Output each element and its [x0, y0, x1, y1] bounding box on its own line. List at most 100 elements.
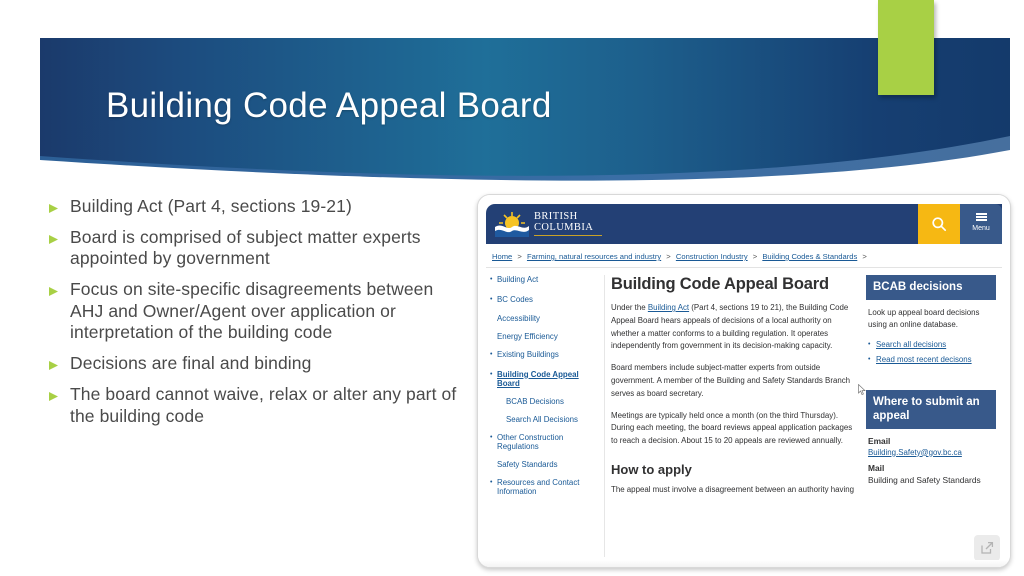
hamburger-icon	[975, 216, 987, 218]
bullet-dot-icon: •	[490, 276, 493, 283]
sidebar-item-search-all-decisions[interactable]: Search All Decisions	[490, 415, 602, 424]
search-all-decisions-link[interactable]: Search all decisions	[876, 340, 946, 349]
content-paragraph-3: Meetings are typically held once a month…	[611, 410, 853, 446]
widget-where-to-submit-an-appeal: Where to submit an appeal Email Building…	[866, 389, 996, 497]
read-most-recent-decisions-link[interactable]: Read most recent decisons	[876, 355, 972, 364]
widget-description: Look up appeal board decisions using an …	[868, 308, 980, 330]
nav-divider	[604, 275, 605, 557]
share-button[interactable]	[974, 535, 1000, 561]
content-heading-1: Building Code Appeal Board	[611, 275, 829, 293]
sidebar-item-building-act[interactable]: • Building Act	[490, 275, 602, 286]
list-item: Focus on site-specific disagreements bet…	[48, 279, 468, 344]
mail-value: Building and Safety Standards	[868, 474, 981, 485]
bc-logo-wordmark: BRITISH COLUMBIA	[534, 211, 602, 237]
bullet-dot-icon: •	[490, 295, 493, 303]
logo-underline	[534, 235, 602, 237]
email-link[interactable]: Building.Safety@gov.bc.ca	[868, 448, 989, 457]
sidebar-item-building-code-appeal-board[interactable]: • Building Code Appeal Board	[490, 370, 602, 388]
mail-label: Mail	[868, 462, 885, 473]
sidebar-item-other-construction-regulations[interactable]: • Other Construction Regulations	[490, 433, 602, 451]
sidebar-item-resources-and-contact[interactable]: • Resources and Contact Information	[490, 478, 602, 496]
bullet-dot-icon: •	[490, 433, 493, 441]
breadcrumb-item-building-codes[interactable]: Building Codes & Standards	[762, 252, 857, 261]
sidebar-item-label: Energy Efficiency	[497, 332, 558, 342]
sidebar-item-accessibility[interactable]: Accessibility	[490, 314, 602, 323]
breadcrumb-item-home[interactable]: Home	[492, 252, 512, 261]
right-sidebar: BCAB decisions Look up appeal board deci…	[866, 275, 996, 497]
list-item-label: Building Act (Part 4, sections 19-21)	[70, 196, 352, 216]
list-item-label: The board cannot waive, relax or alter a…	[70, 383, 457, 426]
email-label: Email	[868, 435, 891, 446]
sidebar-item-label: BC Codes	[497, 294, 533, 304]
triangle-bullet-icon	[48, 227, 70, 245]
widget-link-row: • Search all decisions	[868, 340, 989, 355]
widget-bcab-decisions: BCAB decisions Look up appeal board deci…	[866, 275, 996, 374]
breadcrumb-separator: >	[517, 252, 522, 261]
search-button[interactable]	[918, 204, 960, 244]
menu-button[interactable]: Menu	[960, 204, 1002, 244]
triangle-bullet-icon	[48, 196, 70, 214]
content-heading-2: How to apply	[611, 461, 692, 477]
menu-button-label: Menu	[972, 224, 990, 232]
bullet-dot-icon: •	[868, 340, 871, 348]
main-content: Building Code Appeal Board Under the Bui…	[611, 275, 856, 506]
sidebar-item-label: Resources and Contact Information	[497, 478, 580, 497]
slide-title-banner: Building Code Appeal Board	[40, 0, 1010, 186]
list-item-label: Focus on site-specific disagreements bet…	[70, 279, 434, 343]
list-item: Decisions are final and binding	[48, 353, 468, 375]
mouse-cursor-icon	[858, 384, 866, 395]
bullet-list: Building Act (Part 4, sections 19-21) Bo…	[48, 196, 468, 436]
content-paragraph-1: Under the Building Act (Part 4, sections…	[611, 302, 856, 353]
list-item-label: Board is comprised of subject matter exp…	[70, 226, 421, 269]
sidebar-item-label: Other Construction Regulations	[497, 432, 564, 452]
logo-line-2: COLUMBIA	[534, 221, 594, 233]
sidebar-item-label: Building Code Appeal Board	[497, 369, 579, 388]
green-accent-bar	[878, 0, 934, 95]
breadcrumb-item-farming[interactable]: Farming, natural resources and industry	[527, 252, 661, 261]
breadcrumb: Home > Farming, natural resources and in…	[492, 252, 992, 261]
bc-government-logo[interactable]: BRITISH COLUMBIA	[486, 204, 918, 244]
sidebar-item-label: Accessibility	[497, 314, 540, 323]
widget-title: BCAB decisions	[866, 275, 996, 301]
content-paragraph-4: The appeal must involve a disagreement b…	[611, 484, 855, 494]
list-item-label: Decisions are final and binding	[70, 353, 312, 374]
widget-body: Email Building.Safety@gov.bc.ca Mail Bui…	[866, 429, 996, 497]
sidebar-item-existing-buildings[interactable]: • Existing Buildings	[490, 350, 602, 361]
bc-flag-icon	[495, 211, 529, 237]
list-item: Board is comprised of subject matter exp…	[48, 227, 468, 270]
sidebar-item-label: Search All Decisions	[506, 414, 578, 424]
share-external-link-icon	[981, 541, 994, 554]
content-paragraph-2: Board members include subject-matter exp…	[611, 363, 851, 398]
sidebar-item-safety-standards[interactable]: Safety Standards	[490, 460, 602, 469]
bullet-dot-icon: •	[490, 479, 493, 487]
triangle-bullet-icon	[48, 279, 70, 297]
widget-title: Where to submit an appeal	[866, 389, 996, 429]
triangle-bullet-icon	[48, 353, 70, 371]
sidebar-item-label: Safety Standards	[497, 460, 558, 470]
paragraph-1-prefix: Under the	[611, 303, 648, 312]
bullet-dot-icon: •	[490, 351, 493, 359]
breadcrumb-separator: >	[862, 252, 867, 261]
breadcrumb-separator: >	[752, 252, 758, 261]
breadcrumb-separator: >	[666, 252, 671, 261]
sidebar-item-bc-codes[interactable]: • BC Codes	[490, 295, 602, 306]
search-icon	[932, 217, 947, 232]
breadcrumb-item-construction[interactable]: Construction Industry	[676, 252, 748, 261]
screenshot-bottom-fade	[478, 560, 1010, 567]
sidebar-item-energy-efficiency[interactable]: Energy Efficiency	[490, 332, 602, 341]
breadcrumb-divider	[486, 267, 1002, 268]
side-navigation: • Building Act • BC Codes Accessibility …	[490, 275, 602, 505]
sidebar-item-bcab-decisions[interactable]: BCAB Decisions	[490, 397, 602, 406]
list-item: The board cannot waive, relax or alter a…	[48, 384, 468, 427]
building-act-link[interactable]: Building Act	[648, 303, 689, 312]
widget-link-row: • Read most recent decisons	[868, 355, 989, 370]
widget-body: Look up appeal board decisions using an …	[866, 300, 996, 374]
list-item: Building Act (Part 4, sections 19-21)	[48, 196, 468, 218]
bullet-dot-icon: •	[490, 370, 493, 378]
sidebar-item-label: Existing Buildings	[497, 350, 559, 360]
bullet-dot-icon: •	[868, 355, 871, 363]
